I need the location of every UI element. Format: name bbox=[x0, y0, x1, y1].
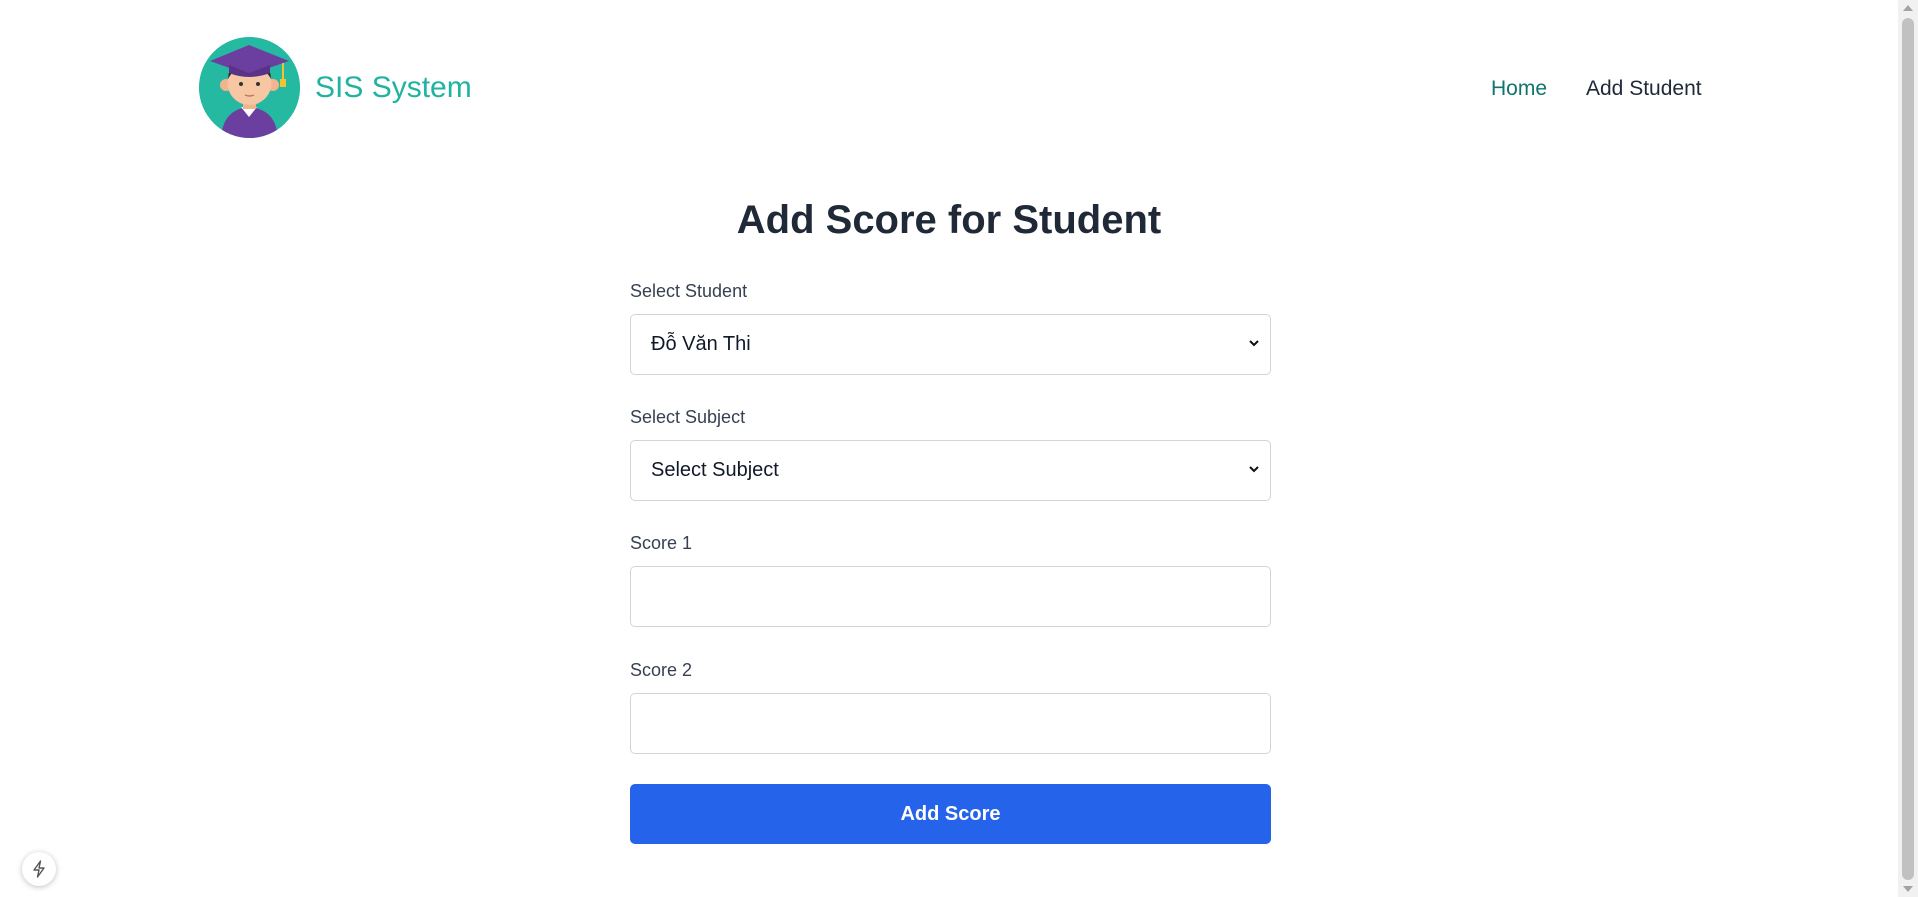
scroll-up-arrow-icon[interactable] bbox=[1903, 5, 1913, 11]
score2-label: Score 2 bbox=[630, 660, 693, 680]
student-label: Select Student bbox=[630, 281, 748, 301]
student-graduate-avatar-icon bbox=[199, 37, 300, 138]
nav-home-link[interactable]: Home bbox=[1491, 77, 1547, 101]
add-score-button[interactable]: Add Score bbox=[630, 784, 1271, 844]
vertical-scrollbar[interactable] bbox=[1898, 0, 1918, 897]
score1-input[interactable] bbox=[631, 567, 1270, 626]
devtools-toggle-button[interactable] bbox=[22, 852, 56, 886]
header: SIS System Home Add Student bbox=[0, 0, 1898, 175]
chevron-down-icon bbox=[1249, 340, 1259, 347]
subject-select-value: Select Subject bbox=[651, 459, 779, 481]
student-select-value: Đỗ Văn Thi bbox=[651, 333, 751, 355]
page: SIS System Home Add Student Add Score fo… bbox=[0, 0, 1918, 897]
score2-field: Score 2 bbox=[630, 659, 1271, 754]
scroll-down-arrow-icon[interactable] bbox=[1903, 886, 1913, 892]
student-field: Select Student Đỗ Văn Thi bbox=[630, 280, 1271, 375]
student-select[interactable]: Đỗ Văn Thi bbox=[630, 314, 1271, 375]
score1-input-wrapper bbox=[630, 566, 1271, 627]
score2-input[interactable] bbox=[631, 694, 1270, 753]
score2-input-wrapper bbox=[630, 693, 1271, 754]
subject-field: Select Subject Select Subject bbox=[630, 406, 1271, 501]
page-title: Add Score for Student bbox=[736, 198, 1162, 242]
subject-label: Select Subject bbox=[630, 407, 746, 427]
brand-name: SIS System bbox=[315, 70, 472, 104]
lightning-bolt-icon bbox=[33, 860, 45, 878]
score1-label: Score 1 bbox=[630, 533, 693, 553]
score1-field: Score 1 bbox=[630, 532, 1271, 627]
subject-select[interactable]: Select Subject bbox=[630, 440, 1271, 501]
chevron-down-icon bbox=[1249, 466, 1259, 473]
scroll-thumb[interactable] bbox=[1902, 18, 1914, 880]
nav-add-student-link[interactable]: Add Student bbox=[1586, 77, 1702, 101]
brand[interactable]: SIS System bbox=[199, 37, 472, 138]
